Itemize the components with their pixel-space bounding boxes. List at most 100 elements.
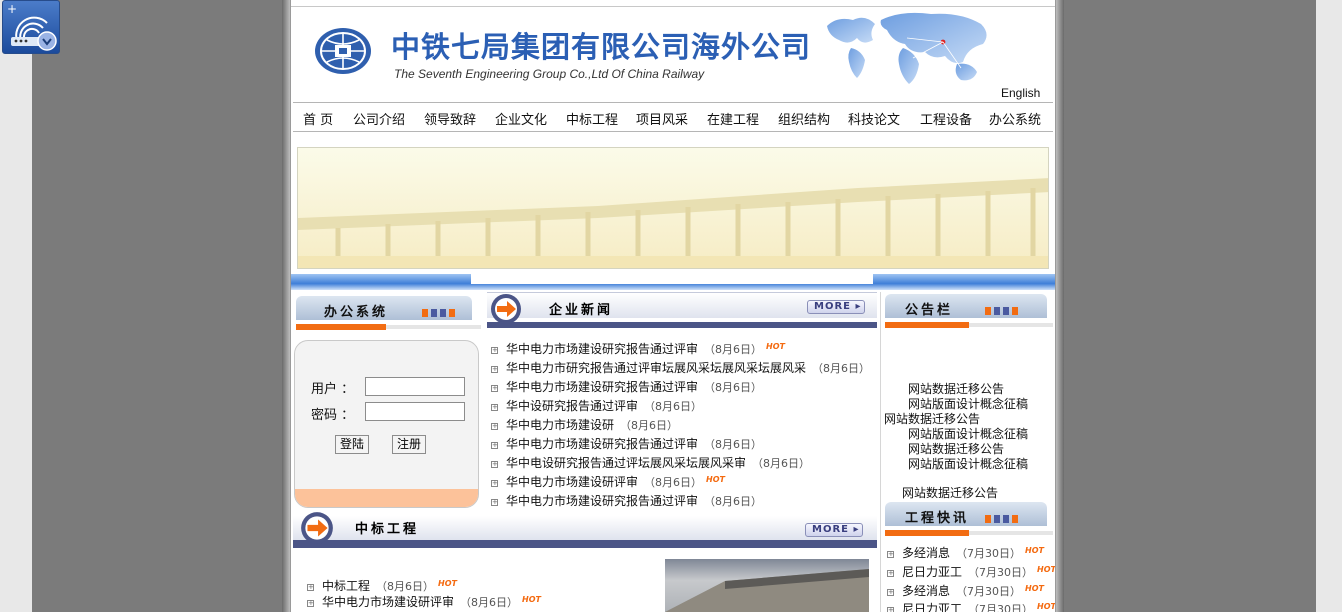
company-name-en: The Seventh Engineering Group Co.,Ltd Of…	[394, 67, 705, 81]
won-projects-header: 中标工程 MORE ▸	[293, 510, 877, 550]
nav-projects-in-progress[interactable]: 在建工程	[707, 109, 759, 128]
news-date: （8月6日）	[620, 419, 679, 432]
notice-board-header: 公告栏	[885, 294, 1053, 328]
project-news-item[interactable]: + 多经消息 （7月30日） HOT	[887, 582, 1044, 599]
nav-company-intro[interactable]: 公司介绍	[353, 109, 405, 128]
svg-text:+: +	[7, 2, 17, 16]
nav-corporate-culture[interactable]: 企业文化	[495, 109, 547, 128]
quick-title[interactable]: 多经消息	[902, 546, 950, 560]
bullet-icon: +	[887, 588, 894, 596]
bullet-icon: +	[491, 498, 498, 506]
news-item[interactable]: + 华中电力市场建设研究报告通过评审 （8月6日）	[491, 378, 762, 397]
news-date: （8月6日）	[704, 381, 763, 394]
bullet-icon: +	[491, 460, 498, 468]
more-label: MORE	[814, 301, 851, 312]
news-date: （8月6日）	[812, 362, 871, 375]
project-title[interactable]: 华中电力市场建设研评审	[322, 595, 454, 609]
network-tray-icon[interactable]: +	[2, 0, 60, 54]
news-item[interactable]: + 华中电力市场建设研究报告通过评审 （8月6日）	[491, 492, 762, 511]
orange-arrow-icon	[301, 512, 333, 544]
bullet-icon: +	[491, 384, 498, 392]
won-projects-title: 中标工程	[355, 522, 420, 537]
password-label: 密码 ：	[311, 408, 355, 423]
quick-title[interactable]: 多经消息	[902, 584, 950, 598]
project-date: （8月6日）	[376, 580, 435, 593]
news-item[interactable]: + 华中电力市场建设研 （8月6日）	[491, 416, 678, 435]
more-label: MORE	[812, 524, 849, 535]
bullet-icon: +	[491, 441, 498, 449]
nav-leader-speech[interactable]: 领导致辞	[424, 109, 476, 128]
enterprise-news-more-button[interactable]: MORE ▸	[807, 300, 865, 314]
nav-project-gallery[interactable]: 项目风采	[636, 109, 688, 128]
login-panel-footer	[295, 489, 478, 507]
hot-badge: HOT	[1037, 602, 1056, 611]
notice-item[interactable]: 网站版面设计概念征稿	[908, 455, 1028, 472]
hot-badge: HOT	[1025, 584, 1044, 593]
orange-arrow-icon	[491, 294, 521, 324]
news-title[interactable]: 华中电力市场建设研究报告通过评审	[506, 342, 698, 356]
enterprise-news-title: 企业新闻	[549, 303, 614, 318]
right-window-strip	[1316, 0, 1342, 612]
quick-title[interactable]: 尼日力亚工	[902, 565, 962, 579]
bullet-icon: +	[491, 365, 498, 373]
won-projects-more-button[interactable]: MORE ▸	[805, 523, 863, 537]
enterprise-news-header: 企业新闻 MORE ▸	[487, 292, 877, 330]
news-title[interactable]: 华中电力市场建设研究报告通过评审	[506, 494, 698, 508]
won-project-item[interactable]: + 华中电力市场建设研评审 （8月6日） HOT	[307, 593, 541, 612]
nav-org-structure[interactable]: 组织结构	[778, 109, 830, 128]
hot-badge: HOT	[522, 595, 541, 604]
project-news-item[interactable]: + 多经消息 （7月30日） HOT	[887, 544, 1044, 561]
news-item[interactable]: + 华中电力市研究报告通过评审坛展风采坛展风采坛展风采 （8月6日）	[491, 359, 870, 378]
nav-tech-papers[interactable]: 科技论文	[848, 109, 900, 128]
news-item[interactable]: + 华中设研究报告通过评审 （8月6日）	[491, 397, 702, 416]
project-news-item[interactable]: + 尼日力亚工 （7月30日） HOT	[887, 600, 1056, 612]
username-input[interactable]	[365, 377, 465, 396]
login-button[interactable]: 登陆	[335, 435, 370, 454]
main-navigation: 首 页 公司介绍 领导致辞 企业文化 中标工程 项目风采 在建工程 组织结构 科…	[293, 102, 1053, 132]
news-date: （8月6日）	[644, 476, 703, 489]
register-button[interactable]: 注册	[392, 435, 427, 454]
nav-home[interactable]: 首 页	[303, 109, 333, 128]
news-title[interactable]: 华中电力市场建设研	[506, 418, 614, 432]
english-link[interactable]: English	[1001, 86, 1040, 100]
news-item[interactable]: + 华中电力市场建设研究报告通过评审 （8月6日） HOT	[491, 340, 785, 359]
news-title[interactable]: 华中电力市场建设研评审	[506, 475, 638, 489]
project-photo[interactable]	[665, 559, 869, 612]
news-date: （8月6日）	[704, 495, 763, 508]
project-date: （8月6日）	[460, 596, 519, 609]
password-input[interactable]	[365, 402, 465, 421]
quick-title[interactable]: 尼日力亚工	[902, 602, 962, 612]
project-news-item[interactable]: + 尼日力亚工 （7月30日） HOT	[887, 563, 1055, 580]
bullet-icon: +	[887, 569, 894, 577]
office-system-header: 办公系统	[296, 296, 481, 330]
project-title[interactable]: 中标工程	[322, 579, 370, 593]
quick-date: （7月30日）	[956, 585, 1022, 598]
nav-office-system[interactable]: 办公系统	[989, 109, 1041, 128]
news-date: （8月6日）	[644, 400, 703, 413]
news-item[interactable]: + 华中电力市场建设研究报告通过评审 （8月6日）	[491, 435, 762, 454]
company-name-cn: 中铁七局集团有限公司海外公司	[391, 30, 812, 64]
hot-badge: HOT	[438, 579, 457, 588]
project-news-title: 工程快讯	[905, 511, 970, 526]
nav-equipment[interactable]: 工程设备	[920, 109, 972, 128]
top-divider	[291, 6, 1055, 7]
news-date: （8月6日）	[704, 343, 763, 356]
quick-date: （7月30日）	[968, 603, 1034, 612]
news-item[interactable]: + 华中电设研究报告通过评坛展风采坛展风采审 （8月6日）	[491, 454, 810, 473]
office-system-title: 办公系统	[324, 305, 389, 320]
notice-board-title: 公告栏	[905, 303, 954, 318]
news-title[interactable]: 华中电力市研究报告通过评审坛展风采坛展风采坛展风采	[506, 361, 806, 375]
news-item[interactable]: + 华中电力市场建设研评审 （8月6日） HOT	[491, 473, 725, 492]
login-panel: 用户 ： 密码 ： 登陆 注册	[294, 340, 479, 508]
hot-badge: HOT	[766, 342, 785, 351]
news-title[interactable]: 华中电力市场建设研究报告通过评审	[506, 437, 698, 451]
news-title[interactable]: 华中设研究报告通过评审	[506, 399, 638, 413]
bullet-icon: +	[491, 346, 498, 354]
company-logo	[313, 26, 373, 76]
nav-won-projects[interactable]: 中标工程	[566, 109, 618, 128]
news-title[interactable]: 华中电力市场建设研究报告通过评审	[506, 380, 698, 394]
username-label: 用户 ：	[311, 382, 355, 397]
blue-divider-band	[291, 274, 1055, 290]
notice-item[interactable]: 网站数据迁移公告	[902, 484, 998, 501]
news-title[interactable]: 华中电设研究报告通过评坛展风采坛展风采审	[506, 456, 746, 470]
